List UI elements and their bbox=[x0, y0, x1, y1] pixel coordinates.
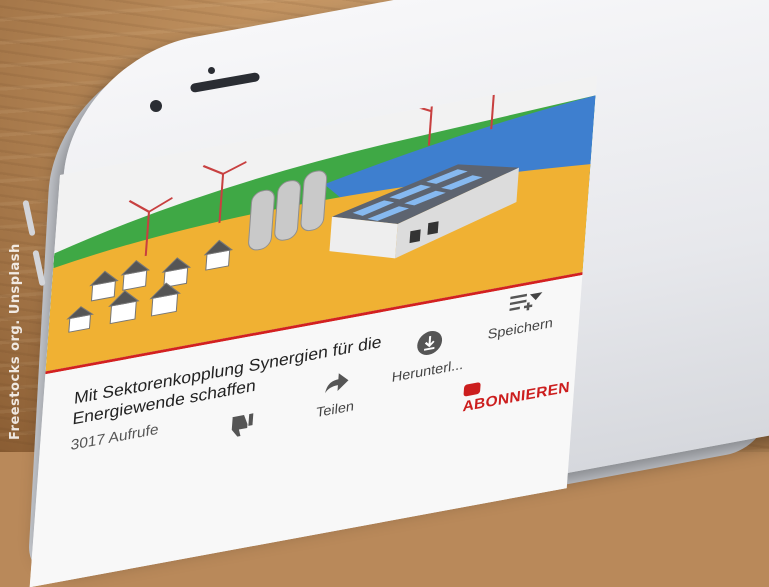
playlist-add-icon bbox=[509, 293, 533, 312]
share-icon bbox=[325, 373, 349, 394]
subscribe-button[interactable]: ABONNIEREN bbox=[462, 361, 576, 416]
dislike-button[interactable] bbox=[193, 405, 288, 449]
share-label: Teilen bbox=[315, 397, 355, 421]
download-icon bbox=[417, 330, 443, 355]
proximity-sensor bbox=[208, 67, 215, 74]
save-label: Speichern bbox=[487, 314, 554, 343]
photo-credit: Freestocks org. Unsplash bbox=[8, 243, 23, 440]
download-label: Herunterl... bbox=[391, 355, 464, 385]
youtube-icon bbox=[463, 381, 481, 397]
save-button[interactable]: Speichern bbox=[473, 283, 569, 344]
thumbs-down-icon bbox=[229, 413, 254, 437]
front-camera bbox=[150, 100, 162, 112]
